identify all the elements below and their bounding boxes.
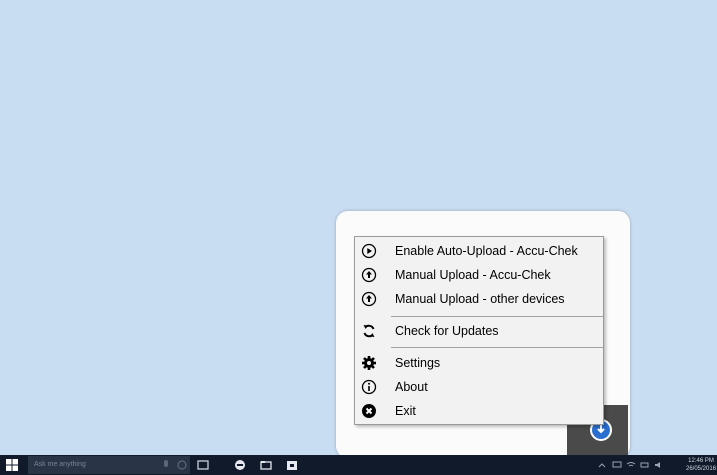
file-explorer-icon[interactable] xyxy=(260,459,272,471)
menu-item-enable-auto-upload[interactable]: Enable Auto-Upload - Accu-Chek xyxy=(355,239,603,263)
menu-item-settings[interactable]: Settings xyxy=(355,351,603,375)
menu-separator xyxy=(391,316,603,317)
cortana-icon[interactable] xyxy=(176,459,188,471)
menu-item-label: Enable Auto-Upload - Accu-Chek xyxy=(395,244,578,258)
info-icon xyxy=(361,379,377,395)
menu-item-check-updates[interactable]: Check for Updates xyxy=(355,319,603,343)
menu-item-exit[interactable]: Exit xyxy=(355,399,603,423)
battery-icon[interactable] xyxy=(640,461,650,469)
menu-item-label: Settings xyxy=(395,356,441,370)
context-menu: Enable Auto-Upload - Accu-Chek Manual Up… xyxy=(354,236,604,425)
menu-item-about[interactable]: About xyxy=(355,375,603,399)
close-circle-icon xyxy=(362,404,376,418)
volume-icon[interactable] xyxy=(654,461,664,469)
chevron-up-icon[interactable] xyxy=(598,461,606,469)
wifi-icon[interactable] xyxy=(626,461,636,469)
menu-item-manual-upload-other[interactable]: Manual Upload - other devices xyxy=(355,287,603,311)
menu-item-label: Exit xyxy=(395,404,416,418)
refresh-icon xyxy=(363,324,375,338)
menu-item-label: Manual Upload - Accu-Chek xyxy=(395,268,551,282)
task-view-icon[interactable] xyxy=(197,459,209,471)
clock-date: 26/05/2016 xyxy=(686,466,717,472)
system-tray[interactable] xyxy=(598,455,678,475)
menu-separator xyxy=(391,347,603,348)
upload-circle-icon xyxy=(361,267,377,283)
menu-item-manual-upload-accu-chek[interactable]: Manual Upload - Accu-Chek xyxy=(355,263,603,287)
taskbar: Ask me anything 12:46 PM 26/05/2016 xyxy=(0,455,717,475)
monitor-icon[interactable] xyxy=(612,461,622,469)
menu-item-label: Manual Upload - other devices xyxy=(395,292,565,306)
clock-time: 12:46 PM xyxy=(688,458,714,464)
edge-browser-icon[interactable] xyxy=(234,459,246,471)
menu-item-label: Check for Updates xyxy=(395,324,499,338)
windows-start-icon[interactable] xyxy=(6,459,18,471)
upload-circle-icon xyxy=(361,291,377,307)
menu-item-label: About xyxy=(395,380,428,394)
store-icon[interactable] xyxy=(286,459,298,471)
play-circle-icon xyxy=(361,243,377,259)
gear-icon xyxy=(362,356,376,370)
microphone-icon[interactable] xyxy=(160,459,172,471)
taskbar-clock[interactable]: 12:46 PM 26/05/2016 xyxy=(686,457,716,473)
